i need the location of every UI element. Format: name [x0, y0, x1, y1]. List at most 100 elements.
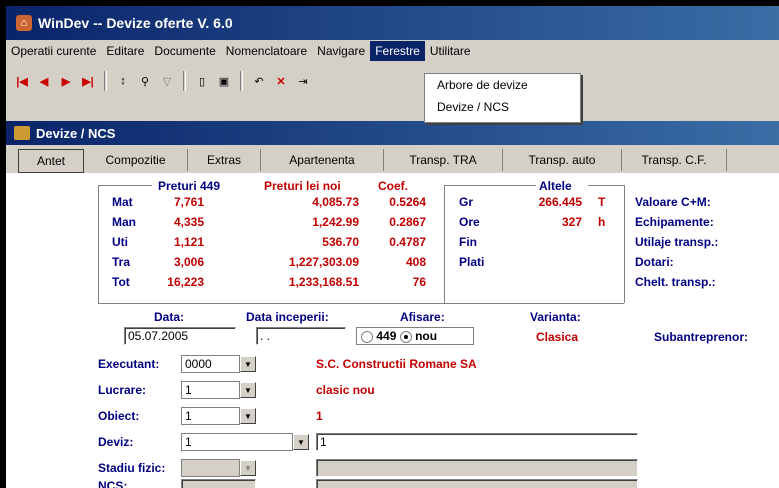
filter-icon[interactable]: ▽: [157, 71, 177, 91]
app-icon: ⌂: [16, 15, 32, 31]
menu-editare[interactable]: Editare: [101, 41, 149, 61]
exit-icon[interactable]: ⇥: [293, 71, 313, 91]
menu-nomenclatoare[interactable]: Nomenclatoare: [221, 41, 312, 61]
tab-extras[interactable]: Extras: [188, 149, 261, 171]
lucrare-field[interactable]: 1: [181, 381, 240, 399]
value-449: 16,223: [167, 275, 204, 289]
label-stadiu-fizic: Stadiu fizic:: [98, 461, 166, 475]
value-coef: 76: [412, 275, 426, 289]
tab-transp-tra[interactable]: Transp. TRA: [384, 149, 503, 171]
stadiu-text-input[interactable]: [316, 459, 638, 477]
value-449: 7,761: [173, 195, 204, 209]
label-gr: Gr: [459, 195, 474, 209]
unit-ore: h: [598, 215, 606, 229]
app-title: WinDev -- Devize oferte V. 6.0: [38, 15, 233, 31]
undo-icon[interactable]: ↶: [249, 71, 269, 91]
label-obiect: Obiect:: [98, 409, 140, 423]
value-noi: 1,227,303.09: [288, 255, 359, 269]
child-title-bar: Devize / NCS: [6, 121, 779, 145]
value-449: 4,335: [173, 215, 204, 229]
executant-field[interactable]: 0000: [181, 355, 240, 373]
label-executant: Executant:: [98, 357, 160, 371]
deviz-field[interactable]: 1: [181, 433, 293, 451]
chevron-down-icon[interactable]: ▼: [240, 356, 256, 372]
tab-transp-auto[interactable]: Transp. auto: [503, 149, 622, 171]
value-coef: 408: [405, 255, 426, 269]
label-varianta: Varianta:: [530, 310, 581, 324]
new-icon[interactable]: ▯: [192, 71, 212, 91]
label-data-inceperii: Data inceperii:: [246, 310, 329, 324]
label-tra: Tra: [112, 255, 131, 269]
data-input[interactable]: 05.07.2005: [124, 327, 236, 345]
chevron-down-icon[interactable]: ▼: [240, 382, 256, 398]
value-noi: 4,085.73: [312, 195, 359, 209]
last-record-icon[interactable]: ▶|: [78, 71, 98, 91]
label-dotari: Dotari:: [635, 255, 674, 269]
obiect-text: 1: [316, 409, 323, 423]
value-gr: 266.445: [538, 195, 582, 209]
label-deviz: Deviz:: [98, 435, 134, 449]
toolbar-separator: [183, 71, 186, 91]
first-record-icon[interactable]: |◀: [12, 71, 32, 91]
value-coef: 0.5264: [389, 195, 426, 209]
deviz-name-input[interactable]: 1: [316, 433, 638, 451]
label-valoare-cm: Valoare C+M:: [635, 195, 711, 209]
prev-record-icon[interactable]: ◀: [34, 71, 54, 91]
child-icon: [14, 126, 30, 140]
delete-icon[interactable]: ✕: [271, 71, 291, 91]
label-lucrare: Lucrare:: [98, 383, 147, 397]
label-uti: Uti: [112, 235, 128, 249]
label-afisare: Afisare:: [400, 310, 445, 324]
ncs-text-input[interactable]: [316, 479, 638, 488]
lucrare-combo[interactable]: 1 ▼: [181, 381, 256, 399]
tab-antet[interactable]: Antet: [18, 149, 84, 173]
group-line: [98, 303, 624, 304]
app-window: ⌂ WinDev -- Devize oferte V. 6.0 Operati…: [6, 6, 779, 488]
title-bar: ⌂ WinDev -- Devize oferte V. 6.0: [6, 6, 779, 40]
stadiu-field[interactable]: [181, 459, 240, 477]
tab-transp-cf[interactable]: Transp. C.F.: [622, 149, 727, 171]
label-ore: Ore: [459, 215, 480, 229]
next-record-icon[interactable]: ▶: [56, 71, 76, 91]
ncs-input[interactable]: [181, 479, 256, 488]
chevron-down-icon[interactable]: ▼: [240, 460, 256, 476]
label-subantreprenor: Subantreprenor:: [654, 330, 749, 344]
group-line: [624, 185, 625, 303]
header-altele: Altele: [539, 179, 572, 193]
chevron-down-icon[interactable]: ▼: [293, 434, 309, 450]
radio-nou[interactable]: [399, 330, 412, 343]
varianta-value: Clasica: [536, 330, 579, 344]
value-coef: 0.4787: [389, 235, 426, 249]
data-inceperii-input[interactable]: . .: [256, 327, 346, 345]
sort-icon[interactable]: ↕: [113, 71, 133, 91]
stadiu-combo[interactable]: ▼: [181, 459, 256, 477]
group-line: [588, 185, 624, 186]
label-mat: Mat: [112, 195, 133, 209]
group-line: [98, 185, 99, 303]
executant-combo[interactable]: 0000 ▼: [181, 355, 256, 373]
obiect-combo[interactable]: 1 ▼: [181, 407, 256, 425]
tab-apartenenta[interactable]: Apartenenta: [261, 149, 384, 171]
menu-navigare[interactable]: Navigare: [312, 41, 370, 61]
header-preturi-noi: Preturi lei noi: [264, 179, 341, 193]
menu-ferestre[interactable]: Ferestre: [370, 41, 425, 61]
menu-operatii[interactable]: Operatii curente: [6, 41, 101, 61]
label-ncs: NCS:: [98, 479, 128, 488]
menu-item-arbore[interactable]: Arbore de devize: [425, 74, 580, 96]
tab-compozitie[interactable]: Compozitie: [84, 149, 188, 171]
menu-utilitare[interactable]: Utilitare: [425, 41, 476, 61]
deviz-combo[interactable]: 1 ▼: [181, 433, 309, 451]
child-window: Devize / NCS Antet Compozitie Extras Apa…: [6, 121, 779, 488]
executant-text: S.C. Constructii Romane SA: [316, 357, 477, 371]
antet-panel: Preturi 449 Preturi lei noi Coef. Altele…: [6, 173, 779, 488]
find-icon[interactable]: ⚲: [135, 71, 155, 91]
menu-documente[interactable]: Documente: [149, 41, 220, 61]
radio-449[interactable]: [361, 330, 373, 343]
save-icon[interactable]: ▣: [214, 71, 234, 91]
header-coef: Coef.: [378, 179, 408, 193]
chevron-down-icon[interactable]: ▼: [240, 408, 256, 424]
value-ore: 327: [561, 215, 582, 229]
menu-item-devize-ncs[interactable]: Devize / NCS: [425, 96, 580, 118]
obiect-field[interactable]: 1: [181, 407, 240, 425]
label-tot: Tot: [112, 275, 130, 289]
